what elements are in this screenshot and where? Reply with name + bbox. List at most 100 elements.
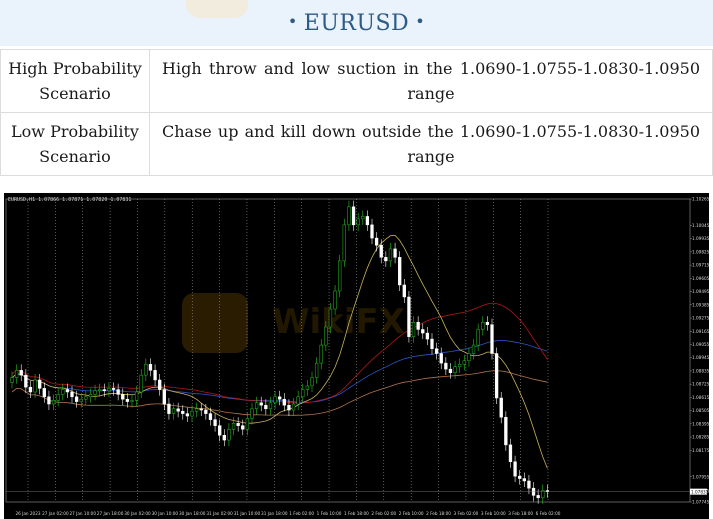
title-bar: • EURUSD • [0,0,713,46]
x-tick-label: 3 Feb 02:00 [453,511,478,516]
candle-body [536,495,540,499]
candle-body [222,435,226,441]
candle-body [333,290,337,310]
candle-body [481,321,485,330]
candle-body [70,391,74,398]
candle-body [425,332,430,340]
candle-body [296,396,300,405]
x-tick-label: 30 Jan 10:00 [152,511,179,516]
candle-body [513,461,517,477]
candle-body [218,425,222,436]
scenario-table: High Probability Scenario High throw and… [0,49,713,176]
candle-body [356,218,360,226]
candle-body [314,362,319,378]
last-price-label: 1.07831 [691,489,709,494]
candle-body [98,389,102,392]
candle-body [93,390,97,395]
candle-body [144,364,148,376]
candle-body [61,389,65,395]
candle-body [176,408,180,412]
candle-body [116,389,120,395]
candle-body [42,388,46,398]
y-tick-label: 1.10265 [692,197,709,202]
candle-body [499,397,503,418]
candle-body [273,396,277,404]
candle-body [319,344,323,364]
candle-body [38,379,42,389]
candle-body [79,398,83,402]
price-chart: WikiFX 26 Jan 2023 27 Jan 02:00 27 Jan 10:0… [4,193,709,519]
x-tick-label: 31 Jan 02:00 [206,511,233,516]
candle-body [361,216,365,220]
candle-body [398,257,402,286]
y-tick-label: 1.10045 [692,223,709,228]
x-tick-label: 1 Feb 10:00 [317,511,342,516]
candle-body [84,396,88,400]
y-tick-label: 1.08395 [692,421,709,426]
candle-body [439,353,443,364]
candle-body [264,404,268,410]
ma-fast-line [11,234,548,469]
candle-body [365,216,370,226]
candle-body [328,308,333,328]
candle-body [402,284,406,298]
candle-body [213,419,217,426]
candle-body [148,364,153,371]
x-tick-label: 30 Jan 02:00 [124,511,151,516]
candle-body [111,388,116,390]
candle-body [388,248,393,262]
candle-body [467,353,471,361]
x-tick-label: 31 Jan 18:00 [261,511,288,516]
candle-body [102,389,106,392]
y-tick-label: 1.08945 [692,355,709,360]
candle-body [393,248,397,258]
candle-body [227,429,231,441]
scenario-value: High throw and low suction in the 1.0690… [149,49,713,113]
candle-body [374,237,379,246]
x-tick-label: 26 Jan 2023 [15,511,40,516]
candle-body [287,404,291,411]
watermark-text: WikiFX [272,302,405,342]
scenario-label: High Probability Scenario [0,49,150,113]
candle-body [485,321,490,325]
x-tick-label: 2 Feb 02:00 [371,511,396,516]
candle-body [430,338,434,349]
candle-body [259,402,263,406]
candle-body [310,377,314,387]
candle-body [379,245,383,258]
x-tick-label: 1 Feb 18:00 [344,511,369,516]
candle-body [208,413,213,420]
candle-body [342,224,346,262]
x-tick-label: 3 Feb 10:00 [481,511,506,516]
scenario-label: Low Probability Scenario [0,112,150,176]
candle-body [448,368,453,373]
candle-body [51,400,56,405]
y-tick-label: 1.09935 [692,236,709,241]
candle-body [490,324,494,354]
candle-body [190,410,194,417]
candle-body [305,385,310,390]
candle-body [162,389,166,405]
candle-body [199,408,203,411]
y-tick-label: 1.09055 [692,342,709,347]
y-tick-label: 1.08725 [692,382,709,387]
x-tick-label: 6 Feb 02:00 [536,511,561,516]
candle-body [167,403,171,414]
candle-body [250,408,254,419]
page-title: • EURUSD • [287,10,426,36]
x-tick-label: 2 Feb 18:00 [426,511,451,516]
candle-body [24,374,28,388]
candle-body [134,391,139,401]
plot-frame [5,198,691,503]
candle-body [453,366,457,373]
candle-body [204,409,208,414]
candle-body [130,400,134,402]
candle-body [194,408,199,412]
candle-body [527,480,531,489]
y-tick-label: 1.07745 [692,500,709,505]
y-tick-label: 1.09825 [692,249,709,254]
candle-body [411,321,416,337]
candle-body [185,413,190,417]
candle-body [241,425,245,430]
candle-body [301,389,305,398]
